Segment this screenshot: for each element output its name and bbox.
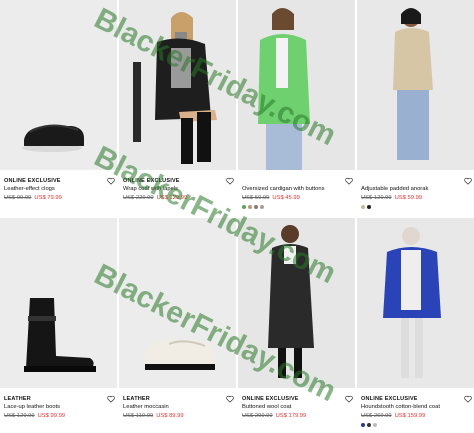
- product-card-wrap-coat[interactable]: ONLINE EXCLUSIVE Wrap coat with lapels U…: [119, 0, 236, 210]
- color-swatches: [361, 205, 471, 209]
- old-price: US$ 99.99: [4, 195, 32, 201]
- product-info: ONLINE EXCLUSIVE Wrap coat with lapels U…: [123, 177, 233, 203]
- sale-price: US$ 179.99: [275, 413, 307, 419]
- product-name[interactable]: Oversized cardigan with buttons: [242, 185, 352, 194]
- product-name[interactable]: Lace-up leather boots: [4, 403, 114, 412]
- color-swatch[interactable]: [260, 205, 264, 209]
- sale-price: US$ 99.99: [37, 413, 66, 419]
- product-name[interactable]: Adjustable padded anorak: [361, 185, 471, 194]
- heart-icon[interactable]: [345, 177, 353, 185]
- heart-icon[interactable]: [107, 177, 115, 185]
- product-info: LEATHER Leather moccasin US$ 119.99 US$ 8…: [123, 395, 233, 421]
- product-name[interactable]: Buttoned wool coat: [242, 403, 352, 412]
- old-price: US$ 129.99: [4, 413, 35, 419]
- product-image[interactable]: [357, 0, 474, 170]
- product-name[interactable]: Houndstooth cotton-blend coat: [361, 403, 471, 412]
- product-card-houndstooth-coat[interactable]: ONLINE EXCLUSIVE Houndstooth cotton-blen…: [357, 218, 474, 428]
- product-card-wool-coat[interactable]: ONLINE EXCLUSIVE Buttoned wool coat US$ …: [238, 218, 355, 428]
- sale-price: US$ 89.99: [156, 413, 184, 419]
- product-tag: LEATHER: [4, 396, 31, 402]
- sale-price: US$ 129.99: [156, 195, 188, 201]
- product-image[interactable]: [119, 218, 236, 388]
- product-image[interactable]: [238, 218, 355, 388]
- product-name[interactable]: Wrap coat with lapels: [123, 185, 233, 194]
- heart-icon[interactable]: [226, 177, 234, 185]
- product-info: Oversized cardigan with buttons US$ 59.9…: [242, 177, 352, 209]
- sale-price: US$ 45.99: [272, 195, 300, 201]
- old-price: US$ 119.99: [123, 413, 154, 419]
- old-price: US$ 59.99: [242, 195, 270, 201]
- product-image[interactable]: [0, 0, 117, 170]
- sale-price: US$ 159.99: [394, 413, 426, 419]
- product-info: LEATHER Lace-up leather boots US$ 129.99…: [4, 395, 114, 421]
- color-swatch[interactable]: [367, 205, 371, 209]
- heart-icon[interactable]: [464, 177, 472, 185]
- product-card-boots[interactable]: LEATHER Lace-up leather boots US$ 129.99…: [0, 218, 117, 428]
- sale-price: US$ 59.99: [394, 195, 423, 201]
- product-image[interactable]: [119, 0, 236, 170]
- color-swatches: [361, 423, 471, 427]
- sale-price: US$ 79.99: [34, 195, 62, 201]
- product-tag: [361, 177, 471, 185]
- product-tag: ONLINE EXCLUSIVE: [123, 178, 180, 184]
- product-card-clogs[interactable]: ONLINE EXCLUSIVE Leather-effect clogs US…: [0, 0, 117, 210]
- old-price: US$ 299.99: [242, 413, 273, 419]
- old-price: US$ 129.99: [361, 195, 392, 201]
- product-info: Adjustable padded anorak US$ 129.99 US$ 5…: [361, 177, 471, 209]
- product-grid: ONLINE EXCLUSIVE Leather-effect clogs US…: [0, 0, 474, 433]
- product-name[interactable]: Leather moccasin: [123, 403, 233, 412]
- product-image[interactable]: [0, 218, 117, 388]
- color-swatch[interactable]: [361, 423, 365, 427]
- color-swatch[interactable]: [254, 205, 258, 209]
- product-card-cardigan[interactable]: Oversized cardigan with buttons US$ 59.9…: [238, 0, 355, 210]
- color-swatch[interactable]: [361, 205, 365, 209]
- heart-icon[interactable]: [345, 395, 353, 403]
- color-swatch[interactable]: [373, 423, 377, 427]
- heart-icon[interactable]: [226, 395, 234, 403]
- color-swatch[interactable]: [242, 205, 246, 209]
- old-price: US$ 229.99: [123, 195, 154, 201]
- product-tag: ONLINE EXCLUSIVE: [242, 396, 299, 402]
- old-price: US$ 269.99: [361, 413, 392, 419]
- product-card-anorak[interactable]: Adjustable padded anorak US$ 129.99 US$ 5…: [357, 0, 474, 210]
- product-tag: ONLINE EXCLUSIVE: [361, 396, 418, 402]
- product-name[interactable]: Leather-effect clogs: [4, 185, 114, 194]
- product-card-moccasin[interactable]: LEATHER Leather moccasin US$ 119.99 US$ 8…: [119, 218, 236, 428]
- color-swatch[interactable]: [367, 423, 371, 427]
- product-info: ONLINE EXCLUSIVE Buttoned wool coat US$ …: [242, 395, 352, 421]
- product-info: ONLINE EXCLUSIVE Leather-effect clogs US…: [4, 177, 114, 203]
- heart-icon[interactable]: [107, 395, 115, 403]
- product-tag: ONLINE EXCLUSIVE: [4, 178, 61, 184]
- color-swatches: [242, 205, 352, 209]
- heart-icon[interactable]: [464, 395, 472, 403]
- product-tag: LEATHER: [123, 396, 150, 402]
- product-tag: [242, 177, 352, 185]
- product-info: ONLINE EXCLUSIVE Houndstooth cotton-blen…: [361, 395, 471, 427]
- product-image[interactable]: [357, 218, 474, 388]
- product-image[interactable]: [238, 0, 355, 170]
- color-swatch[interactable]: [248, 205, 252, 209]
